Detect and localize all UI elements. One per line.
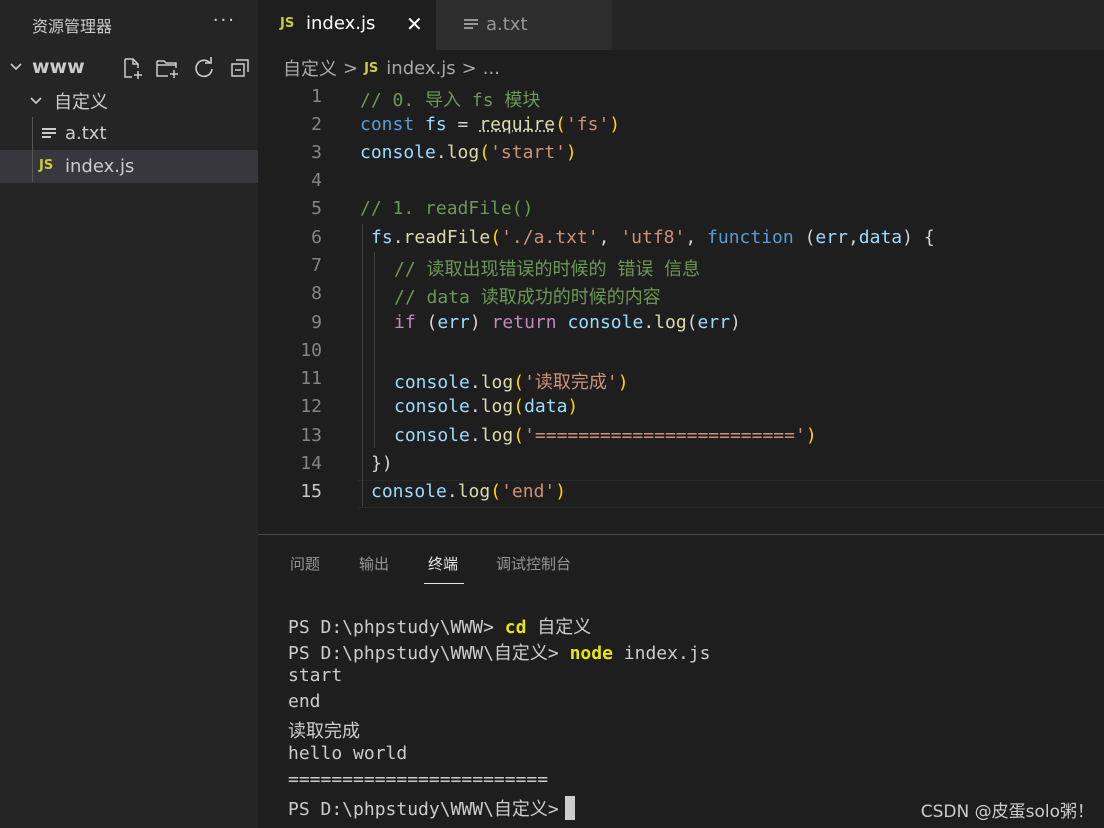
- root-folder-label: www: [32, 56, 85, 78]
- root-folder-row[interactable]: www: [0, 50, 258, 84]
- text-file-icon: [464, 19, 478, 31]
- indent-guide: [374, 252, 375, 448]
- explorer-sidebar: 资源管理器 ··· www 自定义 a.txt JS index.js: [0, 0, 258, 828]
- breadcrumb: 自定义 > JS index.js > ...: [283, 55, 500, 81]
- js-file-icon: JS: [364, 60, 379, 76]
- line-number: 2: [311, 114, 322, 135]
- terminal-line: PS D:\phpstudy\WWW\自定义> node index.js: [288, 643, 711, 664]
- file-label: a.txt: [65, 123, 107, 144]
- breadcrumb-separator: >: [461, 57, 477, 79]
- text-file-icon: [42, 128, 56, 140]
- new-folder-icon[interactable]: [154, 56, 182, 80]
- line-number: 6: [311, 227, 322, 248]
- file-row-index-js[interactable]: JS index.js: [0, 150, 258, 183]
- file-label: index.js: [65, 156, 135, 177]
- code-line: // 读取出现错误的时候的 错误 信息: [394, 259, 701, 280]
- terminal-output: 读取完成: [288, 721, 360, 742]
- chevron-down-icon: [30, 97, 42, 105]
- close-icon[interactable]: ✕: [406, 12, 423, 36]
- bottom-panel: 问题 输出 终端 调试控制台 PS D:\phpstudy\WWW> cd 自定…: [258, 534, 1104, 828]
- active-tab-indicator: [424, 583, 464, 584]
- line-number: 12: [300, 396, 322, 417]
- line-number: 10: [300, 340, 322, 361]
- code-line: fs.readFile('./a.txt', 'utf8', function …: [371, 227, 935, 248]
- terminal-output: start: [288, 665, 343, 686]
- terminal-line: PS D:\phpstudy\WWW> cd 自定义: [288, 617, 592, 638]
- chevron-down-icon: [10, 63, 22, 71]
- terminal-cursor: [564, 796, 575, 820]
- tab-terminal[interactable]: 终端: [428, 553, 458, 574]
- tree-indent-guide: [32, 117, 33, 182]
- more-actions-icon[interactable]: ···: [213, 10, 236, 31]
- breadcrumb-file[interactable]: index.js: [386, 58, 455, 79]
- terminal-prompt[interactable]: PS D:\phpstudy\WWW\自定义>: [288, 795, 575, 821]
- code-line-current: console.log('end'): [371, 481, 567, 502]
- tab-debug-console[interactable]: 调试控制台: [496, 553, 571, 574]
- line-number: 13: [300, 425, 322, 446]
- tab-a-txt[interactable]: a.txt: [436, 0, 612, 50]
- line-number: 14: [300, 453, 322, 474]
- code-line: console.log('========================'): [394, 425, 817, 446]
- watermark: CSDN @皮蛋solo粥！: [920, 802, 1094, 822]
- new-file-icon[interactable]: [118, 56, 146, 80]
- collapse-all-icon[interactable]: [226, 56, 254, 80]
- refresh-icon[interactable]: [190, 56, 218, 80]
- tab-label: a.txt: [486, 14, 528, 35]
- editor-tab-bar: JS index.js ✕ a.txt: [258, 0, 1104, 50]
- explorer-header: 资源管理器 ···: [0, 0, 258, 50]
- tab-label: index.js: [306, 13, 376, 34]
- tab-index-js[interactable]: JS index.js ✕: [258, 0, 436, 50]
- terminal-output: ========================: [288, 769, 549, 790]
- code-line: // 0. 导入 fs 模块: [360, 90, 541, 111]
- line-number: 5: [311, 198, 322, 219]
- tab-problems[interactable]: 问题: [290, 553, 320, 574]
- explorer-actions: [118, 56, 254, 80]
- terminal-output: end: [288, 691, 321, 712]
- js-file-icon: JS: [280, 16, 295, 31]
- code-line: // data 读取成功的时候的内容: [394, 287, 661, 308]
- line-number: 8: [311, 283, 322, 304]
- line-number: 3: [311, 142, 322, 163]
- code-editor[interactable]: 1 2 3 4 5 6 7 8 9 10 11 12 13 14 15 // 0…: [258, 84, 1104, 514]
- explorer-title: 资源管理器: [32, 17, 113, 36]
- folder-label: 自定义: [54, 91, 108, 113]
- file-row-a-txt[interactable]: a.txt: [0, 117, 258, 150]
- line-number: 11: [300, 368, 322, 389]
- line-number: 9: [311, 312, 322, 333]
- code-line: console.log('start'): [360, 142, 577, 163]
- line-number-current: 15: [300, 481, 322, 502]
- line-number: 7: [311, 255, 322, 276]
- line-number: 1: [311, 86, 322, 107]
- code-line: console.log('读取完成'): [394, 372, 629, 393]
- code-line: const fs = require('fs'): [360, 114, 621, 135]
- breadcrumb-symbol[interactable]: ...: [483, 58, 500, 79]
- indent-guide: [362, 224, 363, 506]
- code-line: }): [371, 453, 393, 474]
- folder-row-custom[interactable]: 自定义: [0, 84, 258, 117]
- line-number: 4: [311, 170, 322, 191]
- breadcrumb-folder[interactable]: 自定义: [283, 55, 337, 81]
- code-line: console.log(data): [394, 396, 579, 417]
- code-line: if (err) return console.log(err): [394, 312, 741, 333]
- tab-output[interactable]: 输出: [359, 553, 389, 574]
- breadcrumb-separator: >: [343, 57, 359, 79]
- terminal-output: hello world: [288, 743, 408, 764]
- js-file-icon: JS: [39, 158, 54, 173]
- code-line: // 1. readFile(): [360, 198, 534, 219]
